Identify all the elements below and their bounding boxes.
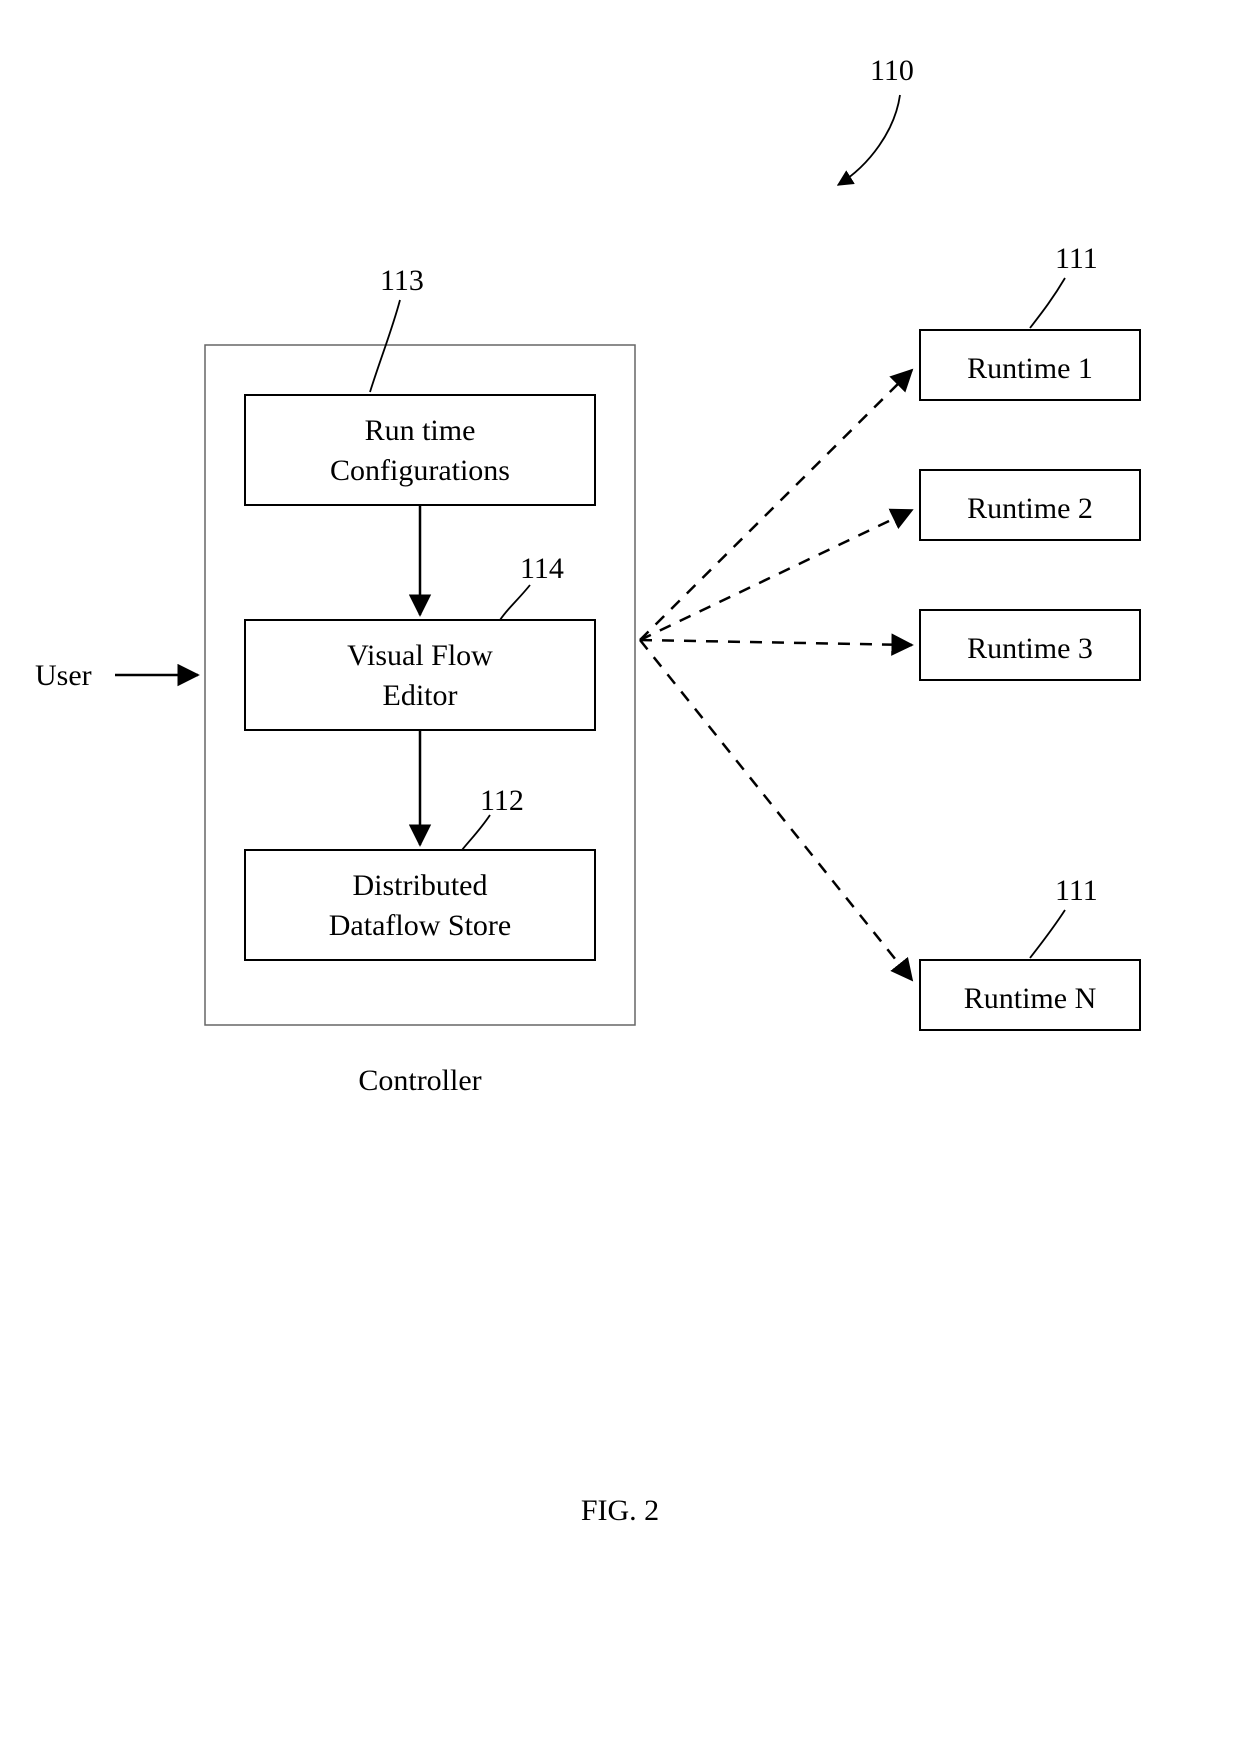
leader-110 (838, 95, 900, 185)
dashed-arrow-to-runtime-2 (640, 510, 912, 640)
distributed-dataflow-store-line2: Dataflow Store (329, 909, 511, 942)
distributed-dataflow-store-box (245, 850, 595, 960)
visual-flow-editor-line1: Visual Flow (347, 639, 493, 672)
distributed-dataflow-store-line1: Distributed (353, 869, 488, 902)
diagram-canvas: Run time Configurations Visual Flow Edit… (0, 0, 1240, 1751)
runtime-2-label: Runtime 2 (967, 492, 1093, 525)
runtime-n-label: Runtime N (964, 982, 1097, 1015)
ref-110: 110 (870, 54, 914, 87)
ref-111-top: 111 (1055, 242, 1098, 275)
runtime-1-label: Runtime 1 (967, 352, 1093, 385)
dashed-arrow-to-runtime-3 (640, 640, 912, 645)
ref-112: 112 (480, 784, 524, 817)
leader-111-bottom (1030, 910, 1065, 958)
runtime-3-label: Runtime 3 (967, 632, 1093, 665)
visual-flow-editor-line2: Editor (383, 679, 458, 712)
ref-113: 113 (380, 264, 424, 297)
dashed-arrow-to-runtime-1 (640, 370, 912, 640)
visual-flow-editor-box (245, 620, 595, 730)
runtime-config-line2: Configurations (330, 454, 510, 487)
figure-caption: FIG. 2 (581, 1494, 659, 1527)
ref-111-bottom: 111 (1055, 874, 1098, 907)
user-label: User (35, 659, 92, 692)
ref-114: 114 (520, 552, 564, 585)
dashed-arrow-to-runtime-n (640, 640, 912, 980)
runtime-config-box (245, 395, 595, 505)
controller-label: Controller (358, 1064, 481, 1097)
leader-111-top (1030, 278, 1065, 328)
runtime-config-line1: Run time (365, 414, 476, 447)
